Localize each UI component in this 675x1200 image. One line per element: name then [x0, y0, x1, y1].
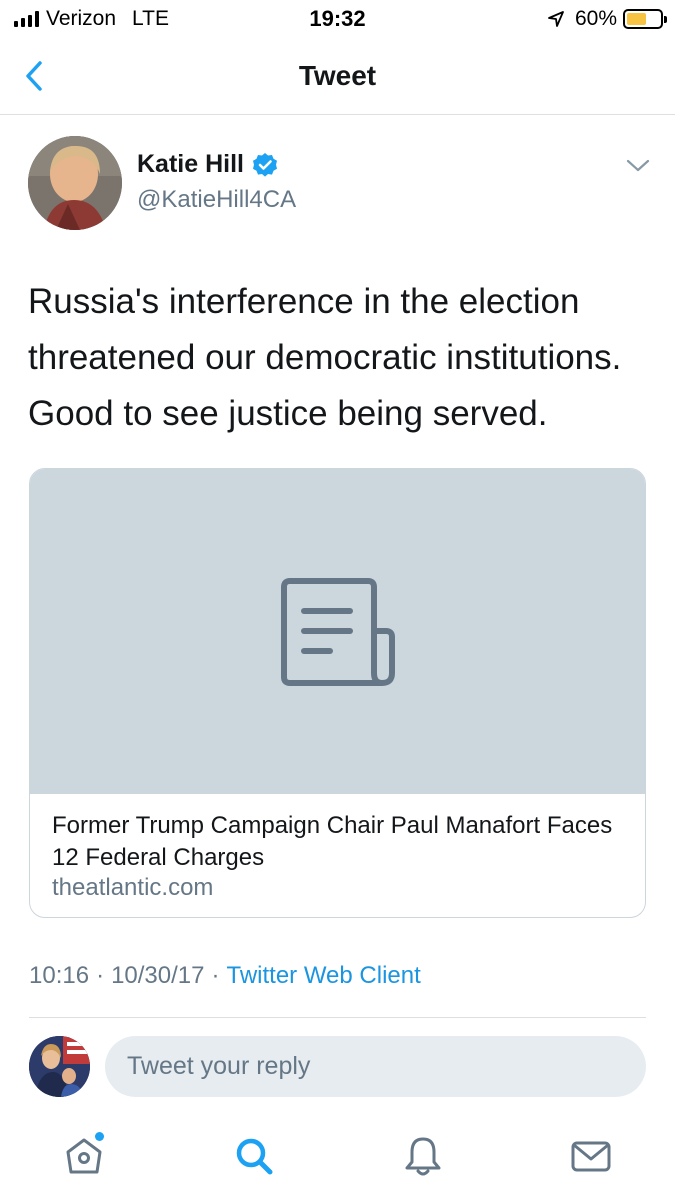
status-bar: Verizon LTE 19:32 60%: [0, 0, 675, 38]
user-avatar[interactable]: [29, 1036, 90, 1097]
tab-bar: [0, 1118, 675, 1200]
search-icon: [236, 1138, 273, 1175]
divider: [29, 1017, 646, 1018]
tab-messages[interactable]: [567, 1132, 615, 1180]
notification-dot: [95, 1132, 104, 1141]
tweet-meta: 10:16 · 10/30/17 · Twitter Web Client: [29, 962, 421, 990]
battery-icon: [623, 9, 667, 29]
chevron-down-icon[interactable]: [624, 156, 652, 176]
nav-bar: Tweet: [0, 38, 675, 115]
tweet-date: 10/30/17: [111, 962, 205, 989]
meta-separator: ·: [96, 962, 105, 989]
tab-notifications[interactable]: [399, 1132, 447, 1180]
mail-icon: [571, 1141, 611, 1172]
card-domain: theatlantic.com: [52, 874, 214, 901]
reply-input[interactable]: [105, 1036, 646, 1097]
author-handle[interactable]: @KatieHill4CA: [137, 186, 296, 214]
author-name-row: Katie Hill: [137, 150, 278, 179]
author-avatar-image: [28, 136, 122, 230]
verified-badge-icon: [252, 152, 277, 177]
tweet-text: Russia's interference in the election th…: [28, 282, 622, 433]
bell-icon: [405, 1137, 441, 1176]
meta-separator: ·: [211, 962, 220, 989]
author-name[interactable]: Katie Hill: [137, 150, 244, 179]
tweet-client-link[interactable]: Twitter Web Client: [226, 962, 420, 990]
tab-search[interactable]: [230, 1132, 278, 1180]
battery-percent: 60%: [574, 7, 617, 30]
location-arrow-icon: [548, 11, 564, 27]
document-icon: [281, 578, 395, 686]
card-title: Former Trump Campaign Chair Paul Manafor…: [52, 812, 613, 871]
tweet-time: 10:16: [29, 962, 90, 989]
user-avatar-image: [29, 1036, 90, 1097]
page-title: Tweet: [298, 60, 377, 91]
author-avatar[interactable]: [28, 136, 122, 230]
tab-home[interactable]: [60, 1132, 108, 1180]
link-card[interactable]: Former Trump Campaign Chair Paul Manafor…: [29, 468, 646, 918]
battery-fill: [627, 13, 646, 25]
status-right: 60%: [547, 7, 667, 31]
card-media: [30, 469, 645, 794]
